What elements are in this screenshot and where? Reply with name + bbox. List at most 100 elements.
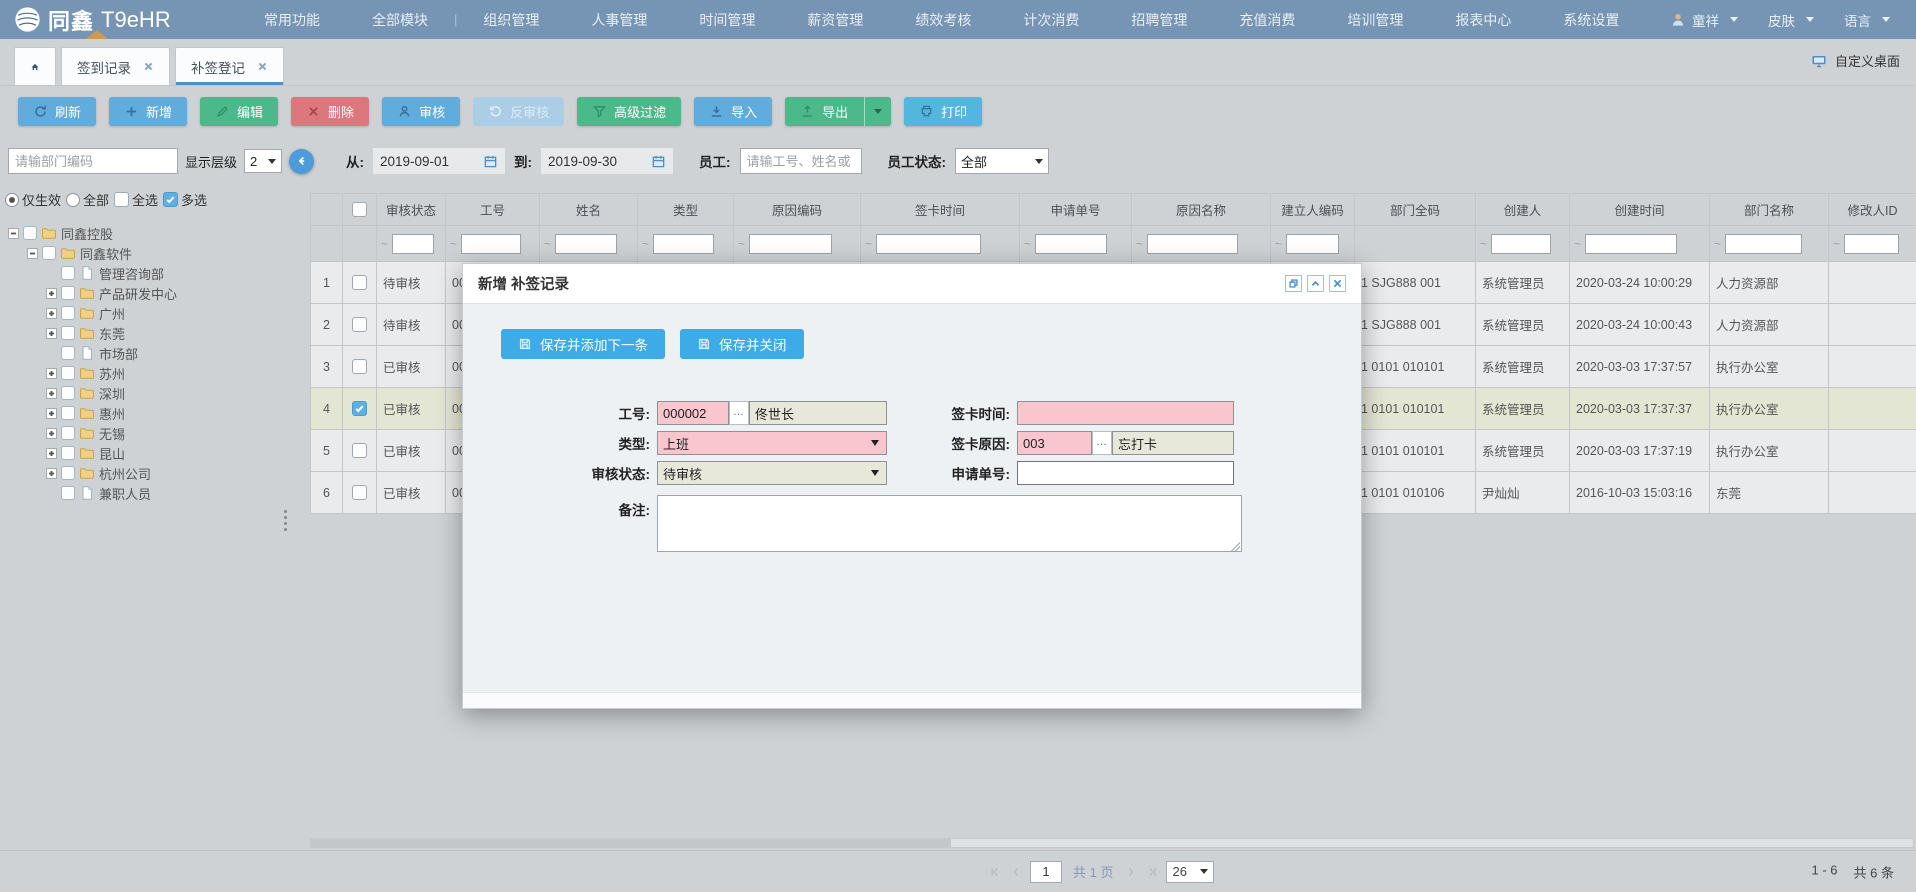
from-date-input[interactable]: 2019-09-01: [373, 148, 505, 174]
page-size-select[interactable]: 26: [1166, 861, 1214, 883]
filter-operator[interactable]: ~: [865, 237, 872, 251]
nav-item-1[interactable]: 全部模块: [346, 0, 454, 39]
filter-operator[interactable]: ~: [1136, 237, 1143, 251]
employee-status-select[interactable]: 全部: [955, 148, 1049, 174]
tree-node-4[interactable]: 广州: [0, 303, 302, 323]
filter-input-modifier_id[interactable]: [1844, 234, 1899, 254]
expand-toggle-icon[interactable]: [46, 368, 57, 379]
employee-input[interactable]: [740, 148, 862, 174]
row-checkbox[interactable]: [352, 317, 367, 332]
column-header-status[interactable]: 审核状态: [377, 194, 446, 226]
nav-item-11[interactable]: 培训管理: [1321, 0, 1429, 39]
skin-menu[interactable]: 皮肤: [1768, 10, 1814, 30]
column-header-modifier_id[interactable]: 修改人ID: [1829, 194, 1916, 226]
tree-node-12[interactable]: 杭州公司: [0, 463, 302, 483]
filter-operator[interactable]: ~: [1275, 237, 1282, 251]
nav-item-12[interactable]: 报表中心: [1429, 0, 1537, 39]
nav-item-13[interactable]: 系统设置: [1537, 0, 1645, 39]
filter-operator[interactable]: ~: [642, 237, 649, 251]
expand-toggle-icon[interactable]: [46, 288, 57, 299]
empno-name-field[interactable]: [749, 401, 887, 425]
filter-input-dept_name[interactable]: [1725, 234, 1802, 254]
radio-0[interactable]: [5, 193, 19, 207]
tree-checkbox[interactable]: [61, 486, 75, 500]
advanced-filter-button[interactable]: 高级过滤: [577, 97, 681, 126]
tree-checkbox[interactable]: [61, 306, 75, 320]
filter-input-reason_code[interactable]: [749, 234, 832, 254]
to-date-input[interactable]: 2019-09-30: [541, 148, 673, 174]
filter-operator[interactable]: ~: [1833, 237, 1840, 251]
nav-item-3[interactable]: 组织管理: [457, 0, 565, 39]
row-checkbox[interactable]: [352, 275, 367, 290]
filter-operator[interactable]: ~: [381, 237, 388, 251]
tree-node-5[interactable]: 东莞: [0, 323, 302, 343]
tree-checkbox[interactable]: [61, 466, 75, 480]
expand-toggle-icon[interactable]: [46, 328, 57, 339]
expand-toggle-icon[interactable]: [46, 448, 57, 459]
horizontal-scrollbar[interactable]: [310, 838, 1914, 848]
filter-operator[interactable]: ~: [1714, 237, 1721, 251]
sign-reason-name-field[interactable]: [1112, 431, 1234, 455]
tab-0[interactable]: 签到记录: [61, 47, 170, 85]
row-checkbox[interactable]: [352, 443, 367, 458]
expand-toggle-icon[interactable]: [46, 428, 57, 439]
empno-input[interactable]: [657, 401, 729, 425]
column-header-reason_code[interactable]: 原因编码: [734, 194, 861, 226]
tree-checkbox[interactable]: [61, 426, 75, 440]
level-select[interactable]: 2: [244, 149, 282, 173]
tree-checkbox[interactable]: [61, 326, 75, 340]
tree-node-3[interactable]: 产品研发中心: [0, 283, 302, 303]
language-menu[interactable]: 语言: [1844, 10, 1890, 30]
tree-checkbox[interactable]: [23, 226, 37, 240]
column-header-dept_full_code[interactable]: 部门全码: [1355, 194, 1476, 226]
filter-input-empno[interactable]: [461, 234, 521, 254]
tree-node-11[interactable]: 昆山: [0, 443, 302, 463]
column-header-creator[interactable]: 创建人: [1476, 194, 1570, 226]
column-header-creator_code[interactable]: 建立人编码: [1271, 194, 1355, 226]
page-number-input[interactable]: [1030, 861, 1062, 883]
expand-toggle-icon[interactable]: [46, 388, 57, 399]
collapse-window-button[interactable]: [1307, 275, 1324, 292]
tree-node-0[interactable]: 同鑫控股: [0, 223, 302, 243]
tree-node-1[interactable]: 同鑫软件: [0, 243, 302, 263]
nav-item-9[interactable]: 招聘管理: [1105, 0, 1213, 39]
tree-node-9[interactable]: 惠州: [0, 403, 302, 423]
filter-operator[interactable]: ~: [1574, 237, 1581, 251]
nav-item-6[interactable]: 薪资管理: [781, 0, 889, 39]
export-button[interactable]: 导出: [785, 97, 891, 126]
apply-no-input[interactable]: [1017, 461, 1234, 485]
filter-operator[interactable]: ~: [1480, 237, 1487, 251]
filter-input-sign_time[interactable]: [876, 234, 981, 254]
tree-checkbox[interactable]: [61, 346, 75, 360]
column-header-created_time[interactable]: 创建时间: [1570, 194, 1710, 226]
save-and-close-button[interactable]: 保存并关闭: [680, 329, 804, 359]
user-menu[interactable]: 童祥: [1670, 10, 1738, 30]
audit-status-select[interactable]: 待审核: [657, 461, 887, 485]
tab-1[interactable]: 补签登记: [175, 47, 284, 85]
tree-node-8[interactable]: 深圳: [0, 383, 302, 403]
refresh-button[interactable]: 刷新: [18, 97, 96, 126]
filter-input-reason_name[interactable]: [1147, 234, 1238, 254]
filter-input-created_time[interactable]: [1585, 234, 1677, 254]
empno-lookup-button[interactable]: …: [729, 401, 749, 425]
row-checkbox[interactable]: [352, 485, 367, 500]
expand-toggle-icon[interactable]: [46, 308, 57, 319]
filter-input-creator_code[interactable]: [1286, 234, 1339, 254]
tree-node-7[interactable]: 苏州: [0, 363, 302, 383]
filter-input-apply_no[interactable]: [1035, 234, 1107, 254]
nav-item-8[interactable]: 计次消费: [997, 0, 1105, 39]
expand-toggle-icon[interactable]: [46, 468, 57, 479]
remark-textarea[interactable]: [657, 495, 1242, 552]
dept-code-input[interactable]: [8, 148, 178, 174]
splitter-handle[interactable]: [284, 510, 287, 531]
column-header-sign_time[interactable]: 签卡时间: [861, 194, 1020, 226]
save-and-add-button[interactable]: 保存并添加下一条: [501, 329, 665, 359]
column-header-empno[interactable]: 工号: [446, 194, 540, 226]
filter-input-name[interactable]: [555, 234, 617, 254]
filter-input-type[interactable]: [653, 234, 714, 254]
tree-node-13[interactable]: 兼职人员: [0, 483, 302, 503]
filter-input-creator[interactable]: [1491, 234, 1551, 254]
audit-button[interactable]: 审核: [382, 97, 460, 126]
expand-toggle-icon[interactable]: [46, 408, 57, 419]
restore-window-button[interactable]: [1285, 275, 1302, 292]
